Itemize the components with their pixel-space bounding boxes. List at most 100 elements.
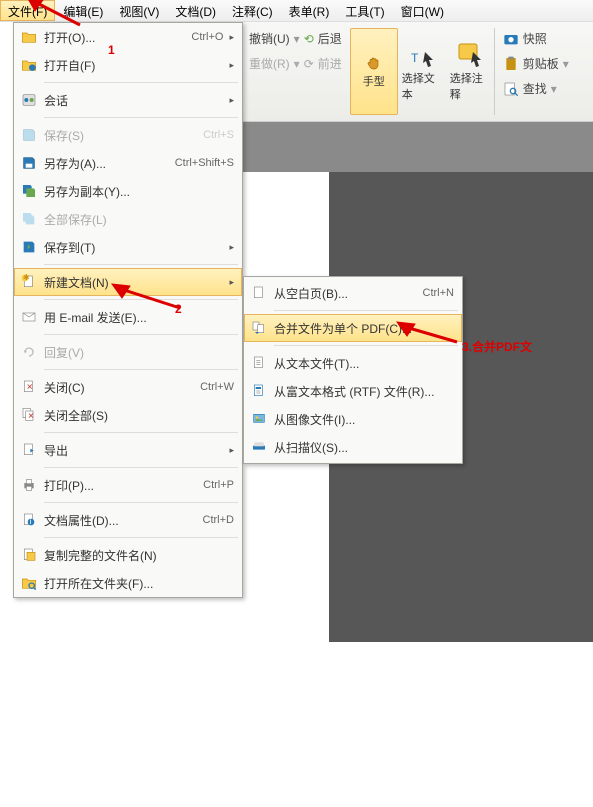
menu-close-shortcut: Ctrl+W bbox=[200, 381, 234, 393]
redo-button[interactable]: 重做(R)▾⟳前进 bbox=[247, 53, 344, 74]
menu-open-containing[interactable]: 打开所在文件夹(F)... bbox=[14, 569, 242, 597]
svg-text:i: i bbox=[30, 517, 32, 526]
camera-icon bbox=[503, 31, 519, 47]
menu-export[interactable]: 导出 ▸ bbox=[14, 436, 242, 464]
menu-save: 保存(S) Ctrl+S bbox=[14, 121, 242, 149]
annotation-arrow-3 bbox=[395, 320, 465, 350]
menu-open-from-label: 打开自(F) bbox=[44, 57, 223, 74]
find-button[interactable]: 查找▾ bbox=[501, 78, 571, 99]
menu-open-containing-label: 打开所在文件夹(F)... bbox=[44, 575, 234, 592]
chevron-right-icon: ▸ bbox=[229, 445, 234, 456]
menu-print-label: 打印(P)... bbox=[44, 477, 203, 494]
menu-save-copy[interactable]: 另存为副本(Y)... bbox=[14, 177, 242, 205]
back-icon: ⟲ bbox=[304, 32, 314, 46]
email-icon bbox=[18, 306, 40, 328]
export-icon bbox=[18, 439, 40, 461]
menu-revert: 回复(V) bbox=[14, 338, 242, 366]
submenu-from-rtf-label: 从富文本格式 (RTF) 文件(R)... bbox=[274, 383, 454, 400]
select-text-button[interactable]: T 选择文本 bbox=[398, 28, 446, 115]
revert-icon bbox=[18, 341, 40, 363]
submenu-blank[interactable]: 从空白页(B)... Ctrl+N bbox=[244, 279, 462, 307]
find-label: 查找 bbox=[523, 80, 547, 97]
clipboard-icon bbox=[503, 56, 519, 72]
session-icon bbox=[18, 89, 40, 111]
select-annot-button[interactable]: 选择注释 bbox=[446, 28, 494, 115]
menu-save-as-label: 另存为(A)... bbox=[44, 155, 175, 172]
scanner-icon bbox=[248, 436, 270, 458]
save-all-icon bbox=[18, 208, 40, 230]
menubar: 文件(F) 编辑(E) 视图(V) 文档(D) 注释(C) 表单(R) 工具(T… bbox=[0, 0, 593, 22]
submenu-from-text[interactable]: 从文本文件(T)... bbox=[244, 349, 462, 377]
svg-text:T: T bbox=[411, 51, 419, 65]
menu-print[interactable]: 打印(P)... Ctrl+P bbox=[14, 471, 242, 499]
forward-icon: ⟳ bbox=[304, 57, 314, 71]
menubar-view[interactable]: 视图(V) bbox=[111, 0, 167, 21]
menu-close[interactable]: ✕ 关闭(C) Ctrl+W bbox=[14, 373, 242, 401]
menu-save-shortcut: Ctrl+S bbox=[203, 129, 234, 141]
save-copy-icon bbox=[18, 180, 40, 202]
submenu-from-image-label: 从图像文件(I)... bbox=[274, 411, 454, 428]
annotation-1: 1 bbox=[108, 43, 115, 57]
submenu-from-rtf[interactable]: 从富文本格式 (RTF) 文件(R)... bbox=[244, 377, 462, 405]
snapshot-label: 快照 bbox=[523, 30, 547, 47]
select-text-icon: T bbox=[409, 42, 435, 68]
menu-close-all-label: 关闭全部(S) bbox=[44, 407, 234, 424]
redo-label: 重做(R) bbox=[249, 55, 290, 72]
submenu-from-image[interactable]: 从图像文件(I)... bbox=[244, 405, 462, 433]
annotation-arrow-1 bbox=[25, 0, 85, 29]
undo-label: 撤销(U) bbox=[249, 30, 290, 47]
copy-name-icon bbox=[18, 544, 40, 566]
menubar-comment[interactable]: 注释(C) bbox=[224, 0, 281, 21]
snapshot-button[interactable]: 快照 bbox=[501, 28, 571, 49]
menu-save-to[interactable]: 保存到(T) ▸ bbox=[14, 233, 242, 261]
save-to-icon bbox=[18, 236, 40, 258]
menu-copy-name-label: 复制完整的文件名(N) bbox=[44, 547, 234, 564]
menu-save-all-label: 全部保存(L) bbox=[44, 211, 234, 228]
text-file-icon bbox=[248, 352, 270, 374]
hand-tool-button[interactable]: 手型 bbox=[350, 28, 398, 115]
menu-copy-name[interactable]: 复制完整的文件名(N) bbox=[14, 541, 242, 569]
annotation-2: 2 bbox=[175, 302, 182, 316]
menubar-window[interactable]: 窗口(W) bbox=[393, 0, 452, 21]
print-icon bbox=[18, 474, 40, 496]
find-icon bbox=[503, 81, 519, 97]
menu-save-label: 保存(S) bbox=[44, 127, 203, 144]
chevron-right-icon: ▸ bbox=[229, 277, 234, 288]
blank-page-icon bbox=[248, 282, 270, 304]
select-text-label: 选择文本 bbox=[402, 70, 442, 102]
forward-label: 前进 bbox=[318, 55, 342, 72]
clipboard-button[interactable]: 剪贴板▾ bbox=[501, 53, 571, 74]
open-folder-icon bbox=[18, 572, 40, 594]
menu-save-copy-label: 另存为副本(Y)... bbox=[44, 183, 234, 200]
menu-session-label: 会话 bbox=[44, 92, 223, 109]
menu-session[interactable]: 会话 ▸ bbox=[14, 86, 242, 114]
menu-export-label: 导出 bbox=[44, 442, 223, 459]
select-annot-icon bbox=[457, 42, 483, 68]
menu-save-as[interactable]: 另存为(A)... Ctrl+Shift+S bbox=[14, 149, 242, 177]
submenu-blank-shortcut: Ctrl+N bbox=[423, 287, 454, 299]
chevron-right-icon: ▸ bbox=[229, 242, 234, 253]
folder-open-icon bbox=[18, 26, 40, 48]
submenu-from-scanner-label: 从扫描仪(S)... bbox=[274, 439, 454, 456]
menubar-form[interactable]: 表单(R) bbox=[281, 0, 338, 21]
clipboard-label: 剪贴板 bbox=[523, 55, 559, 72]
menu-open-from[interactable]: 打开自(F) ▸ bbox=[14, 51, 242, 79]
menubar-tools[interactable]: 工具(T) bbox=[337, 0, 392, 21]
menu-close-label: 关闭(C) bbox=[44, 379, 200, 396]
menu-close-all[interactable]: ✕ 关闭全部(S) bbox=[14, 401, 242, 429]
hand-icon bbox=[366, 55, 382, 71]
svg-text:✱: ✱ bbox=[23, 274, 30, 282]
menu-open-shortcut: Ctrl+O bbox=[191, 31, 223, 43]
merge-files-icon bbox=[248, 317, 270, 339]
menu-doc-props[interactable]: i 文档属性(D)... Ctrl+D bbox=[14, 506, 242, 534]
undo-button[interactable]: 撤销(U)▾⟲后退 bbox=[247, 28, 344, 49]
close-doc-icon: ✕ bbox=[18, 376, 40, 398]
submenu-from-text-label: 从文本文件(T)... bbox=[274, 355, 454, 372]
close-all-icon: ✕ bbox=[18, 404, 40, 426]
menubar-document[interactable]: 文档(D) bbox=[167, 0, 224, 21]
submenu-from-scanner[interactable]: 从扫描仪(S)... bbox=[244, 433, 462, 461]
submenu-blank-label: 从空白页(B)... bbox=[274, 285, 423, 302]
properties-icon: i bbox=[18, 509, 40, 531]
menu-save-to-label: 保存到(T) bbox=[44, 239, 223, 256]
new-document-icon: ✱ bbox=[18, 271, 40, 293]
